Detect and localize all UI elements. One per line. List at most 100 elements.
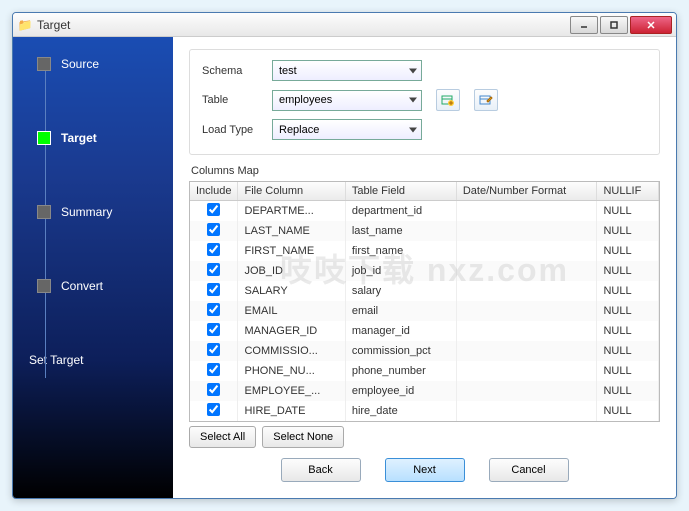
cell-format	[456, 401, 597, 421]
table-row[interactable]: LAST_NAMElast_name NULL	[190, 221, 659, 241]
cell-format	[456, 201, 597, 222]
schema-row: Schema test	[202, 60, 647, 81]
step-convert[interactable]: Convert	[25, 279, 161, 293]
cell-nullif: NULL	[597, 361, 659, 381]
table-header-row: Include File Column Table Field Date/Num…	[190, 182, 659, 201]
step-target[interactable]: Target	[25, 131, 161, 145]
table-row[interactable]: EMPLOYEE_...employee_id NULL	[190, 381, 659, 401]
step-label: Summary	[61, 205, 112, 219]
cell-include	[190, 301, 238, 321]
include-checkbox[interactable]	[207, 403, 220, 416]
include-checkbox[interactable]	[207, 283, 220, 296]
next-button[interactable]: Next	[385, 458, 465, 482]
cell-nullif: NULL	[597, 381, 659, 401]
cell-format	[456, 381, 597, 401]
table-row[interactable]: DEPARTME...department_idNULL	[190, 201, 659, 222]
col-include[interactable]: Include	[190, 182, 238, 201]
include-checkbox[interactable]	[207, 243, 220, 256]
select-none-button[interactable]: Select None	[262, 426, 344, 448]
cell-filecolumn: COMMISSIO...	[238, 341, 345, 361]
table-row: Table employees	[202, 89, 647, 111]
include-checkbox[interactable]	[207, 203, 220, 216]
include-checkbox[interactable]	[207, 363, 220, 376]
cell-format	[456, 281, 597, 301]
col-nullif[interactable]: NULLIF	[597, 182, 659, 201]
cell-nullif: NULL	[597, 241, 659, 261]
loadtype-row: Load Type Replace	[202, 119, 647, 140]
step-connector-line	[45, 67, 46, 378]
cell-filecolumn: EMPLOYEE_...	[238, 381, 345, 401]
table-combo[interactable]: employees	[272, 90, 422, 111]
step-summary[interactable]: Summary	[25, 205, 161, 219]
table-label: Table	[202, 94, 272, 106]
col-format[interactable]: Date/Number Format	[456, 182, 597, 201]
step-box-icon	[37, 279, 51, 293]
cancel-button[interactable]: Cancel	[489, 458, 569, 482]
cell-include	[190, 281, 238, 301]
close-button[interactable]	[630, 16, 672, 34]
schema-combo[interactable]: test	[272, 60, 422, 81]
maximize-button[interactable]	[600, 16, 628, 34]
cell-filecolumn: MANAGER_ID	[238, 321, 345, 341]
include-checkbox[interactable]	[207, 303, 220, 316]
footer: Back Next Cancel	[189, 448, 660, 486]
cell-format	[456, 341, 597, 361]
include-checkbox[interactable]	[207, 383, 220, 396]
cell-include	[190, 241, 238, 261]
step-source[interactable]: Source	[25, 57, 161, 71]
app-window: 📁 Target Source Target Summary	[12, 12, 677, 499]
columns-table-wrap[interactable]: Include File Column Table Field Date/Num…	[189, 181, 660, 422]
select-all-button[interactable]: Select All	[189, 426, 256, 448]
table-row[interactable]: COMMISSIO...commission_pct NULL	[190, 341, 659, 361]
cell-filecolumn: JOB_ID	[238, 261, 345, 281]
col-filecolumn[interactable]: File Column	[238, 182, 345, 201]
include-checkbox[interactable]	[207, 223, 220, 236]
cell-filecolumn: SALARY	[238, 281, 345, 301]
cell-include	[190, 401, 238, 421]
cell-include	[190, 381, 238, 401]
table-edit-icon	[479, 93, 493, 107]
cell-tablefield: job_id	[345, 261, 456, 281]
cell-include	[190, 361, 238, 381]
cell-filecolumn: PHONE_NU...	[238, 361, 345, 381]
table-row[interactable]: MANAGER_IDmanager_idNULL	[190, 321, 659, 341]
include-checkbox[interactable]	[207, 343, 220, 356]
cell-nullif: NULL	[597, 321, 659, 341]
new-table-button[interactable]	[436, 89, 460, 111]
loadtype-combo[interactable]: Replace	[272, 119, 422, 140]
cell-include	[190, 201, 238, 222]
schema-label: Schema	[202, 65, 272, 77]
include-checkbox[interactable]	[207, 323, 220, 336]
minimize-button[interactable]	[570, 16, 598, 34]
cell-tablefield: employee_id	[345, 381, 456, 401]
cell-nullif: NULL	[597, 281, 659, 301]
cell-filecolumn: DEPARTME...	[238, 201, 345, 222]
cell-filecolumn: LAST_NAME	[238, 221, 345, 241]
cell-tablefield: first_name	[345, 241, 456, 261]
content: Source Target Summary Convert Set Target…	[13, 37, 676, 498]
table-row[interactable]: PHONE_NU...phone_numberNULL	[190, 361, 659, 381]
cell-nullif: NULL	[597, 221, 659, 241]
table-row[interactable]: HIRE_DATEhire_dateNULL	[190, 401, 659, 421]
table-row[interactable]: SALARYsalaryNULL	[190, 281, 659, 301]
cell-tablefield: email	[345, 301, 456, 321]
cell-filecolumn: EMAIL	[238, 301, 345, 321]
back-button[interactable]: Back	[281, 458, 361, 482]
cell-nullif: NULL	[597, 341, 659, 361]
col-tablefield[interactable]: Table Field	[345, 182, 456, 201]
step-box-icon	[37, 57, 51, 71]
cell-filecolumn: HIRE_DATE	[238, 401, 345, 421]
table-row[interactable]: JOB_IDjob_idNULL	[190, 261, 659, 281]
cell-tablefield: commission_pct	[345, 341, 456, 361]
step-label: Source	[61, 57, 99, 71]
include-checkbox[interactable]	[207, 263, 220, 276]
selection-row: Select All Select None	[189, 426, 660, 448]
table-add-icon	[441, 93, 455, 107]
table-row[interactable]: FIRST_NAMEfirst_nameNULL	[190, 241, 659, 261]
titlebar: 📁 Target	[13, 13, 676, 37]
edit-table-button[interactable]	[474, 89, 498, 111]
step-label: Target	[61, 131, 97, 145]
cell-tablefield: last_name	[345, 221, 456, 241]
table-row[interactable]: EMAILemailNULL	[190, 301, 659, 321]
cell-tablefield: department_id	[345, 201, 456, 222]
